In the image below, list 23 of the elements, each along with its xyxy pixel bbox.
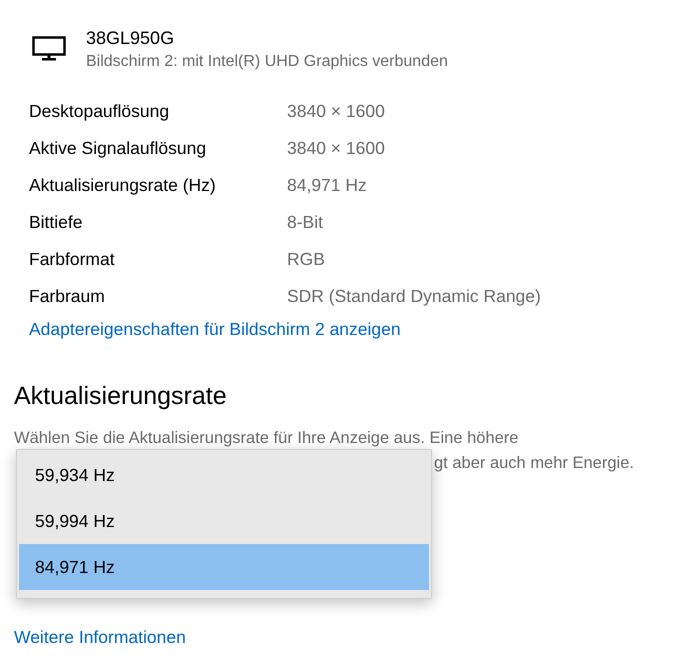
section-heading: Aktualisierungsrate: [14, 382, 227, 411]
property-value: 84,971 Hz: [287, 175, 368, 196]
property-value: 3840 × 1600: [287, 101, 386, 122]
display-subtitle: Bildschirm 2: mit Intel(R) UHD Graphics verbunden: [86, 53, 448, 71]
property-value: 8-Bit: [287, 212, 324, 233]
dropdown-option[interactable]: 84,971 Hz: [19, 544, 429, 590]
property-label: Aktualisierungsrate (Hz): [29, 175, 217, 196]
adapter-properties-link[interactable]: Adaptereigenschaften für Bildschirm 2 anzeigen: [29, 319, 401, 340]
more-info-link[interactable]: Weitere Informationen: [14, 627, 186, 648]
property-value: SDR (Standard Dynamic Range): [287, 286, 542, 307]
property-label: Farbformat: [29, 249, 116, 270]
description-text: gt aber auch mehr Energie.: [434, 454, 634, 473]
dropdown-option[interactable]: 59,934 Hz: [19, 452, 429, 498]
property-value: RGB: [287, 249, 326, 270]
property-label: Farbraum: [29, 286, 106, 307]
dropdown-option[interactable]: 59,994 Hz: [19, 498, 429, 544]
property-label: Desktopauflösung: [29, 101, 170, 122]
monitor-icon: [32, 36, 66, 62]
description-text: Wählen Sie die Aktualisierungsrate für Ihre Anzeige aus. Eine höhere: [14, 429, 518, 448]
property-label: Aktive Signalauflösung: [29, 138, 208, 159]
property-label: Bittiefe: [29, 212, 84, 233]
property-value: 3840 × 1600: [287, 138, 386, 159]
display-name: 38GL950G: [86, 28, 176, 49]
